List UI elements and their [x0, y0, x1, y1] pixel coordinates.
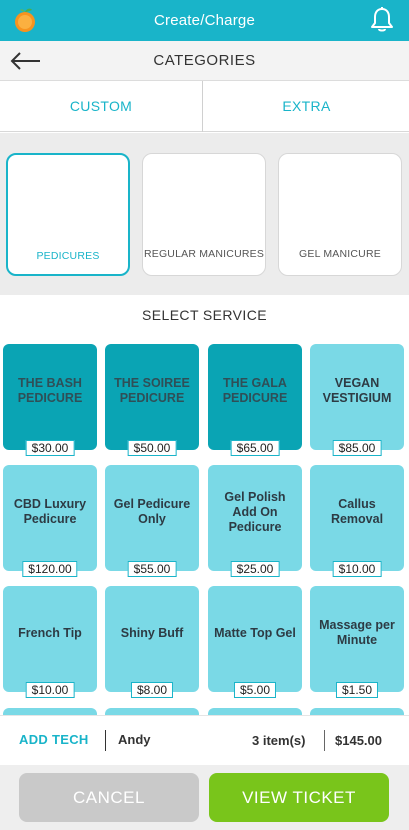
- service-price: $25.00: [230, 561, 280, 577]
- category-card-regular-manicures[interactable]: REGULAR MANICURES: [142, 153, 266, 276]
- view-ticket-button[interactable]: VIEW TICKET: [209, 773, 389, 822]
- service-name: Gel Polish Add On Pedicure: [224, 489, 286, 534]
- service-price: $5.00: [233, 682, 277, 698]
- service-name: [212, 708, 298, 715]
- select-service-title: SELECT SERVICE: [142, 307, 267, 323]
- tech-name: Andy: [118, 732, 151, 747]
- tab-extra[interactable]: EXTRA: [204, 81, 409, 132]
- service-price: $10.00: [25, 682, 75, 698]
- service-price: $85.00: [332, 440, 382, 456]
- tab-custom[interactable]: CUSTOM: [0, 81, 203, 132]
- service-tile[interactable]: Callus Removal $10.00: [310, 465, 404, 577]
- service-name: Gel Pedicure Only: [113, 497, 191, 526]
- service-name: Callus Removal: [330, 497, 384, 526]
- item-count: 3 item(s): [252, 733, 306, 748]
- service-price: $55.00: [127, 561, 177, 577]
- service-name: [314, 708, 400, 715]
- service-price: $50.00: [127, 440, 177, 456]
- categories-bar: CATEGORIES: [0, 41, 409, 81]
- service-grid: THE BASH PEDICURE $30.00 THE SOIREE PEDICU…: [0, 340, 409, 715]
- service-name: Shiny Buff: [120, 625, 184, 640]
- category-list: PEDICURES REGULAR MANICURES GEL MANICURE: [0, 133, 409, 295]
- service-tile[interactable]: CBD Luxury Pedicure $120.00: [3, 465, 97, 577]
- service-name: VEGAN VESTIGIUM: [322, 376, 392, 405]
- service-name: French Tip: [18, 625, 82, 640]
- service-name: [7, 708, 93, 715]
- service-name: THE SOIREE PEDICURE: [114, 376, 190, 405]
- app-header: Create/Charge: [0, 0, 409, 41]
- service-tile[interactable]: [208, 708, 302, 715]
- categories-title: CATEGORIES: [153, 52, 256, 69]
- bell-icon[interactable]: [369, 6, 395, 34]
- service-tile[interactable]: THE BASH PEDICURE $30.00: [3, 344, 97, 456]
- header-title: Create/Charge: [154, 12, 255, 29]
- service-price: $65.00: [230, 440, 280, 456]
- service-name: [109, 708, 195, 715]
- service-name: Massage per Minute: [319, 618, 395, 647]
- service-name: THE BASH PEDICURE: [17, 376, 83, 405]
- service-price: $30.00: [25, 440, 75, 456]
- service-tile[interactable]: [3, 708, 97, 715]
- category-label: GEL MANICURE: [299, 248, 381, 260]
- service-name: Matte Top Gel: [214, 625, 296, 640]
- category-card-pedicures[interactable]: PEDICURES: [6, 153, 130, 276]
- tab-bar: CUSTOM EXTRA: [0, 81, 409, 132]
- service-tile[interactable]: THE GALA PEDICURE $65.00: [208, 344, 302, 456]
- service-price: $120.00: [22, 561, 78, 577]
- cancel-button[interactable]: CANCEL: [19, 773, 199, 822]
- service-price: $1.50: [335, 682, 379, 698]
- service-tile[interactable]: Gel Pedicure Only $55.00: [105, 465, 199, 577]
- category-label: PEDICURES: [36, 250, 100, 262]
- service-price: $8.00: [130, 682, 174, 698]
- service-price: $10.00: [332, 561, 382, 577]
- service-tile[interactable]: Matte Top Gel $5.00: [208, 586, 302, 698]
- service-tile[interactable]: Shiny Buff $8.00: [105, 586, 199, 698]
- service-tile[interactable]: [105, 708, 199, 715]
- service-tile[interactable]: French Tip $10.00: [3, 586, 97, 698]
- add-tech-button[interactable]: ADD TECH: [19, 732, 89, 747]
- service-tile[interactable]: Gel Polish Add On Pedicure $25.00: [208, 465, 302, 577]
- divider: [105, 730, 106, 751]
- divider: [324, 730, 325, 751]
- service-name: CBD Luxury Pedicure: [13, 497, 87, 526]
- service-tile[interactable]: Massage per Minute $1.50: [310, 586, 404, 698]
- footer-actions: CANCEL VIEW TICKET: [0, 765, 409, 830]
- ticket-total: $145.00: [335, 733, 382, 748]
- service-tile[interactable]: THE SOIREE PEDICURE $50.00: [105, 344, 199, 456]
- service-tile[interactable]: VEGAN VESTIGIUM $85.00: [310, 344, 404, 456]
- category-label: REGULAR MANICURES: [143, 248, 265, 260]
- ticket-summary: ADD TECH Andy 3 item(s) $145.00: [0, 715, 409, 765]
- service-name: THE GALA PEDICURE: [222, 376, 288, 405]
- category-card-gel-manicure[interactable]: GEL MANICURE: [278, 153, 402, 276]
- service-tile[interactable]: [310, 708, 404, 715]
